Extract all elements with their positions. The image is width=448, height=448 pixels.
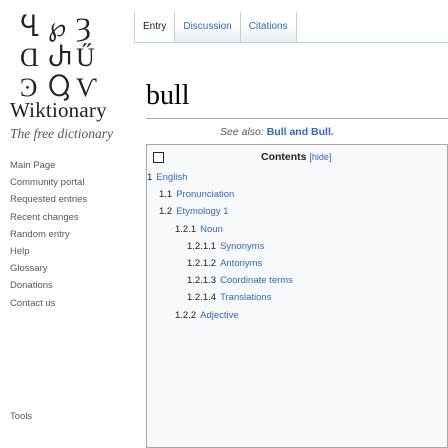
logo-glyph-4: Ɑ: [20, 43, 39, 72]
table-of-contents: Contents [hide] 1 English 1.1 Pronunciatio…: [146, 144, 448, 448]
toc-item-label: Etymology 1: [176, 206, 229, 218]
toc-item-number: 1.2.1: [175, 223, 197, 235]
page-title: bull: [146, 80, 190, 111]
logo-glyph-1: Ⴁ: [20, 13, 39, 42]
toc-list: 1 English 1.1 Pronunciation 1.2 Etymology 1…: [147, 169, 447, 324]
toc-item[interactable]: 1 English: [147, 169, 447, 186]
sidebar-item-community-portal[interactable]: Community portal: [10, 174, 120, 191]
logo-glyph-2: ℘: [48, 13, 66, 42]
toc-item-number: 1: [147, 172, 153, 183]
toc-item[interactable]: 1.2 Etymology 1: [147, 203, 447, 220]
toc-item-label: Coordinate terms: [220, 275, 293, 287]
wiktionary-logo[interactable]: Ⴁ ℘ Ȝ Ɑ Ⴐ Ű Ͽ Ⴓ Ѵ: [18, 12, 102, 104]
sidebar-item-help[interactable]: Help: [10, 243, 120, 260]
toc-item-label: English: [156, 172, 188, 183]
toc-item-label: Antonyms: [220, 257, 263, 269]
toc-item-label: Synonyms: [220, 240, 265, 252]
toc-item[interactable]: 1.2.1.4 Translations: [147, 289, 447, 306]
toc-item-number: 1.1: [159, 189, 173, 201]
tab-entry[interactable]: Entry: [134, 12, 176, 42]
sidebar-nav-list: Main Page Community portal Requested ent…: [10, 157, 120, 312]
toc-item-label: Pronunciation: [176, 189, 235, 201]
toc-hide-link[interactable]: [hide]: [309, 152, 331, 162]
toc-item-number: 1.2.1.1: [187, 240, 217, 252]
see-also-hatnote: See also: Bull and Bull.: [220, 126, 334, 138]
sidebar-item-main-page[interactable]: Main Page: [10, 157, 120, 174]
toc-item-label: Adjective: [200, 309, 239, 321]
logo-wordmark[interactable]: Wiktionary: [10, 98, 107, 123]
toc-item[interactable]: 1.1 Pronunciation: [147, 186, 447, 203]
namespace-tabs: Entry Discussion Citations: [134, 12, 297, 42]
sidebar-item-donations[interactable]: Donations: [10, 277, 120, 294]
toc-item-label: Noun: [200, 223, 223, 235]
toc-item-label: Translations: [220, 292, 272, 304]
toc-item-number: 1.2.1.2: [187, 257, 217, 269]
toc-item[interactable]: 1.2.2 Adjective: [147, 307, 447, 324]
see-also-lead: See also:: [220, 126, 264, 138]
toc-item[interactable]: 1.2.1 Noun: [147, 221, 447, 238]
tab-discussion[interactable]: Discussion: [175, 12, 241, 42]
toc-item-number: 1.2.2: [175, 309, 197, 321]
tab-strip-divider: [134, 42, 448, 43]
toc-item-number: 1.2.1.4: [187, 292, 217, 304]
logo-glyph-tiles-icon: Ⴁ ℘ Ȝ Ɑ Ⴐ Ű Ͽ Ⴓ Ѵ: [20, 13, 97, 102]
title-divider: [146, 118, 448, 119]
tab-citations[interactable]: Citations: [240, 12, 297, 42]
logo-glyph-5: Ⴐ: [48, 43, 72, 72]
logo-glyph-6: Ű: [76, 43, 95, 72]
toc-item-number: 1.2.1.3: [187, 275, 217, 287]
toc-item-number: 1.2: [159, 206, 173, 218]
sidebar-item-recent-changes[interactable]: Recent changes: [10, 209, 120, 226]
toc-item[interactable]: 1.2.1.2 Antonyms: [147, 255, 447, 272]
toc-title: Contents: [261, 151, 307, 163]
sidebar-item-random-entry[interactable]: Random entry: [10, 226, 120, 243]
sidebar-item-contact-us[interactable]: Contact us: [10, 295, 120, 312]
sidebar-item-requested-entries[interactable]: Requested entries: [10, 191, 120, 208]
sidebar-tools-heading[interactable]: Tools: [10, 411, 32, 422]
see-also-link[interactable]: Bull and Bull.: [267, 126, 334, 138]
toc-toggle-checkbox[interactable]: [153, 152, 164, 163]
logo-tagline: The free dictionary: [10, 126, 113, 141]
toc-item[interactable]: 1.2.1.3 Coordinate terms: [147, 272, 447, 289]
sidebar-item-glossary[interactable]: Glossary: [10, 260, 120, 277]
sidebar-navigation: Main Page Community portal Requested ent…: [10, 157, 120, 422]
toc-item[interactable]: 1.2.1.1 Synonyms: [147, 238, 447, 255]
logo-glyph-3: Ȝ: [76, 13, 91, 42]
toc-heading: Contents [hide]: [261, 151, 331, 163]
